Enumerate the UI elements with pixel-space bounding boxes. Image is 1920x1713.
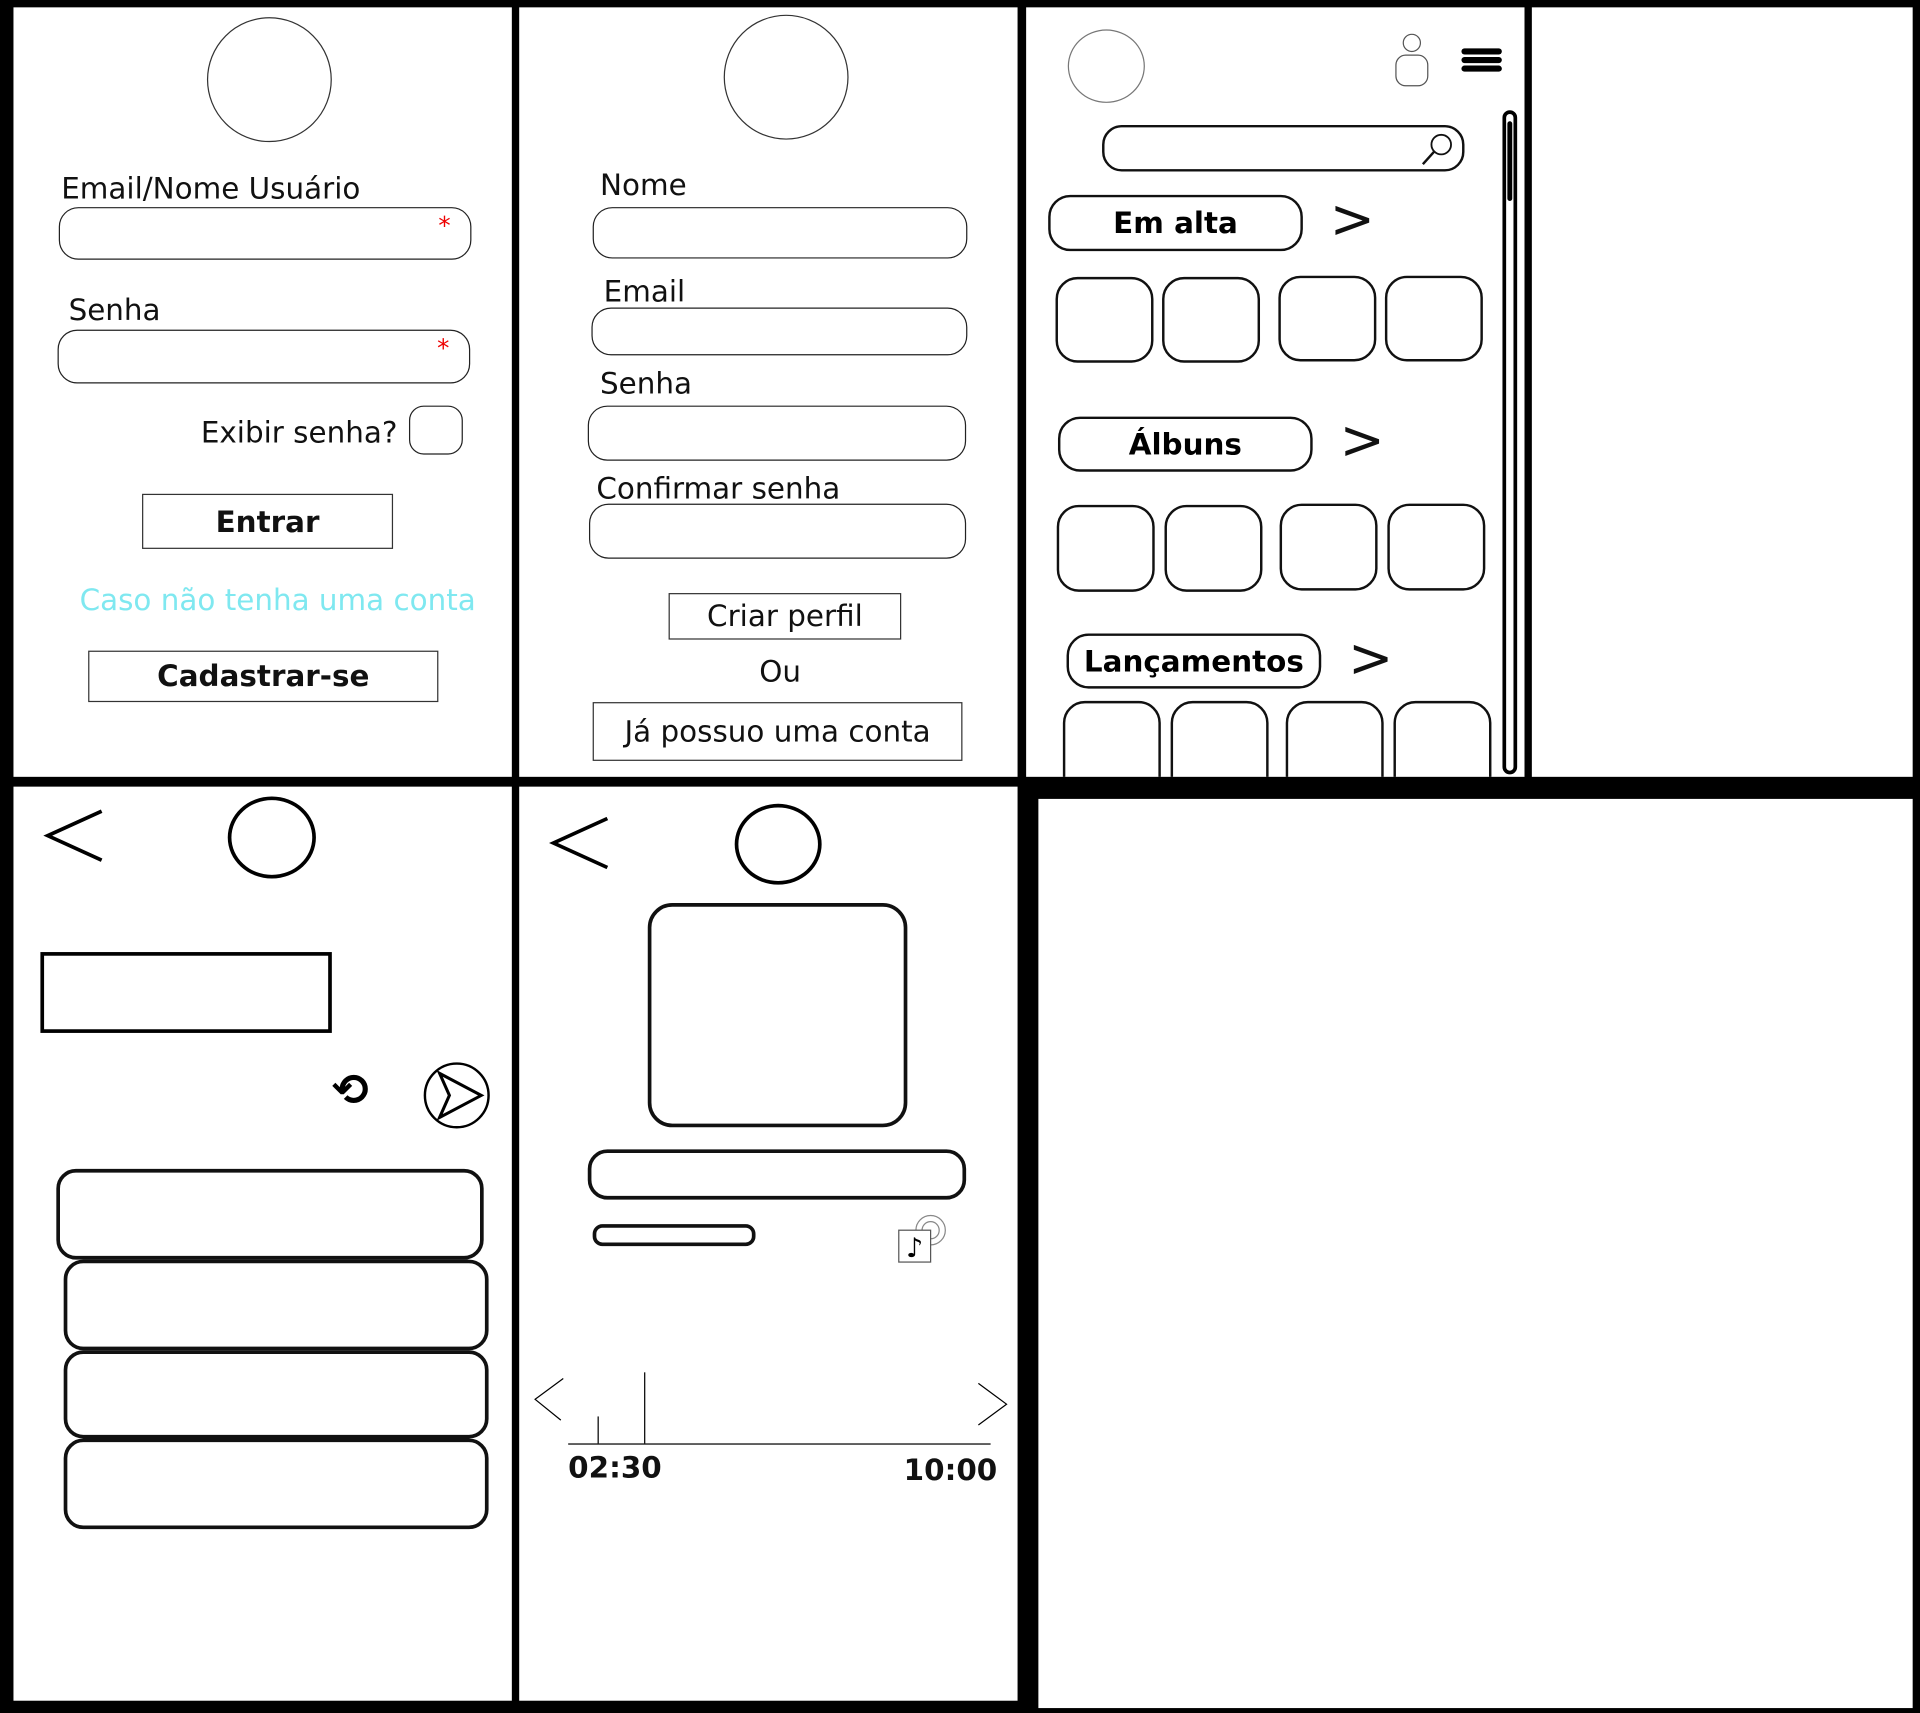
tile[interactable] xyxy=(1285,700,1384,777)
wireframe-canvas: Email/Nome Usuário * Senha * Exibir senh… xyxy=(0,0,1920,1713)
register-screen: Nome Email Senha Confirmar senha Criar p… xyxy=(519,7,1018,777)
repeat-icon[interactable]: ⟲ xyxy=(332,1066,369,1116)
avatar-circle xyxy=(723,14,849,140)
home-screen: Em alta > Álbuns > Lançamentos > xyxy=(1026,7,1525,777)
progress-track[interactable] xyxy=(568,1372,991,1445)
menu-icon[interactable] xyxy=(1461,47,1503,76)
password-field[interactable]: * xyxy=(57,329,471,384)
scrollbar-thumb[interactable] xyxy=(1507,121,1513,201)
avatar-circle xyxy=(734,803,822,885)
tile[interactable] xyxy=(1055,276,1154,363)
email-label: Email xyxy=(603,274,686,309)
progress-marker xyxy=(597,1416,599,1444)
signup-button[interactable]: Cadastrar-se xyxy=(88,650,439,703)
no-account-text: Caso não tenha uma conta xyxy=(79,583,476,618)
show-password-label: Exibir senha? xyxy=(200,415,398,450)
tile[interactable] xyxy=(1162,276,1261,363)
password-label: Senha xyxy=(68,292,161,328)
progress-handle[interactable] xyxy=(644,1372,646,1444)
message-box[interactable] xyxy=(40,952,332,1033)
send-icon[interactable] xyxy=(422,1061,491,1130)
current-time: 02:30 xyxy=(568,1450,662,1486)
password-label: Senha xyxy=(600,366,693,401)
album-cover xyxy=(647,903,908,1128)
artist-bar xyxy=(592,1224,756,1247)
section-title-em-alta[interactable]: Em alta xyxy=(1048,194,1303,252)
next-icon[interactable] xyxy=(975,1380,1012,1429)
section-more-chevron[interactable]: > xyxy=(1348,632,1393,686)
total-time: 10:00 xyxy=(903,1453,998,1488)
tile[interactable] xyxy=(1170,700,1269,777)
name-field[interactable] xyxy=(592,207,968,259)
list-item[interactable] xyxy=(63,1350,489,1439)
music-note-icon[interactable]: ♪ xyxy=(896,1213,950,1264)
list-item[interactable] xyxy=(63,1259,489,1351)
name-label: Nome xyxy=(600,167,687,203)
tile[interactable] xyxy=(1384,275,1483,362)
avatar-circle xyxy=(227,796,316,879)
confirm-password-field[interactable] xyxy=(588,503,967,559)
user-icon[interactable] xyxy=(1393,32,1430,88)
show-password-checkbox[interactable] xyxy=(408,405,463,455)
player-screen: ♪ 02:30 10:00 xyxy=(519,786,1018,1701)
tile[interactable] xyxy=(1387,503,1486,591)
section-title-lancamentos[interactable]: Lançamentos xyxy=(1066,633,1322,689)
login-screen: Email/Nome Usuário * Senha * Exibir senh… xyxy=(13,7,512,777)
song-title-bar xyxy=(587,1149,967,1200)
section-title-albuns[interactable]: Álbuns xyxy=(1057,416,1313,472)
tile[interactable] xyxy=(1164,504,1263,592)
tile[interactable] xyxy=(1393,700,1492,777)
tile[interactable] xyxy=(1278,275,1377,362)
tile[interactable] xyxy=(1279,503,1378,591)
tile[interactable] xyxy=(1062,700,1161,777)
section-more-chevron[interactable]: > xyxy=(1340,414,1385,468)
required-mark: * xyxy=(437,333,450,363)
blank-screen-large xyxy=(1038,798,1913,1709)
search-icon[interactable] xyxy=(1418,132,1455,166)
list-item[interactable] xyxy=(63,1438,489,1530)
confirm-password-label: Confirmar senha xyxy=(596,471,841,507)
enter-button[interactable]: Entrar xyxy=(142,493,394,549)
tile[interactable] xyxy=(1056,504,1155,592)
chat-screen: ⟲ xyxy=(13,786,512,1701)
or-text: Ou xyxy=(759,654,801,689)
prev-icon[interactable] xyxy=(531,1375,568,1424)
scrollbar[interactable] xyxy=(1502,110,1518,775)
logo-circle xyxy=(206,17,332,143)
search-input[interactable] xyxy=(1102,124,1465,172)
back-icon[interactable] xyxy=(549,814,613,873)
email-field[interactable] xyxy=(591,307,968,356)
create-profile-button[interactable]: Criar perfil xyxy=(668,593,902,640)
required-mark: * xyxy=(438,210,451,241)
logo-circle xyxy=(1067,29,1145,103)
back-icon[interactable] xyxy=(43,806,107,865)
email-label: Email/Nome Usuário xyxy=(61,171,361,206)
svg-text:♪: ♪ xyxy=(906,1233,923,1264)
list-item[interactable] xyxy=(56,1168,484,1260)
have-account-button[interactable]: Já possuo uma conta xyxy=(592,702,963,761)
blank-screen xyxy=(1531,7,1913,777)
email-field[interactable]: * xyxy=(58,207,472,260)
password-field[interactable] xyxy=(587,405,967,461)
section-more-chevron[interactable]: > xyxy=(1330,193,1375,248)
